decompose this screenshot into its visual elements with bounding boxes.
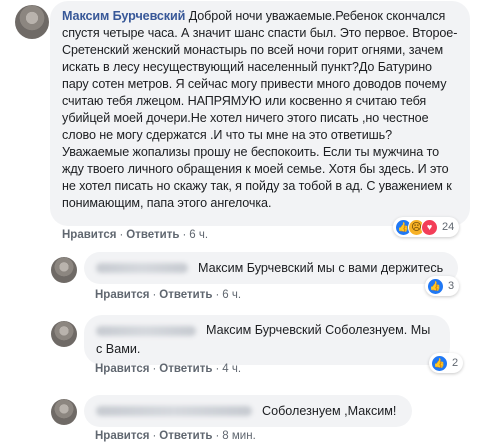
reply-bubble: Максим Бурчевский Соболезнуем. Мы с Вами… [84, 315, 450, 365]
reply-button[interactable]: Ответить [159, 363, 212, 375]
comment-body: Максим Бурчевский Доброй ночи уважаемые.… [62, 8, 458, 212]
comment-author-link[interactable]: Максим Бурчевский [62, 9, 185, 23]
like-icon: 👍 [431, 354, 448, 372]
reply-avatar[interactable] [51, 257, 77, 283]
separator: · [182, 229, 187, 241]
reply-bubble: Соболезнуем ,Максим! [84, 395, 412, 427]
separator: · [152, 363, 157, 375]
reply-avatar[interactable] [51, 399, 77, 425]
reaction-count: 3 [448, 280, 455, 292]
separator: · [119, 229, 124, 241]
like-button[interactable]: Нравится [62, 229, 116, 241]
commenter-avatar[interactable] [15, 5, 49, 39]
reply-author-redacted[interactable] [96, 263, 188, 273]
reply-avatar[interactable] [51, 321, 77, 347]
like-button[interactable]: Нравится [95, 430, 149, 442]
reply-button[interactable]: Ответить [159, 289, 212, 301]
comment-reactions[interactable]: 👍 ☹ ♥ 24 [393, 217, 460, 237]
reply-time[interactable]: 8 мин. [222, 430, 255, 442]
reply-text: Соболезнуем ,Максим! [262, 403, 397, 418]
like-icon: 👍 [427, 277, 444, 295]
reply-bubble: Максим Бурчевский мы с вами держитесь [84, 252, 458, 284]
separator: · [152, 289, 157, 301]
love-icon: ♥ [421, 218, 438, 236]
reaction-count: 24 [442, 221, 455, 233]
separator: · [215, 430, 220, 442]
reply-body: Максим Бурчевский Соболезнуем. Мы с Вами… [96, 321, 438, 359]
like-button[interactable]: Нравится [95, 289, 149, 301]
reply-author-redacted[interactable] [96, 406, 252, 416]
comment-text: Доброй ночи уважаемые.Ребенок скончался … [62, 9, 458, 210]
reply-actions: Нравится · Ответить · 4 ч. [95, 363, 241, 375]
reply-reactions[interactable]: 👍 3 [425, 276, 460, 296]
reply-time[interactable]: 4 ч. [222, 363, 241, 375]
reply-actions: Нравится · Ответить · 6 ч. [95, 289, 241, 301]
comment-time[interactable]: 6 ч. [189, 229, 208, 241]
reply-reactions[interactable]: 👍 2 [429, 353, 464, 373]
reaction-count: 2 [452, 357, 459, 369]
reply-button[interactable]: Ответить [126, 229, 179, 241]
reply-button[interactable]: Ответить [159, 430, 212, 442]
separator: · [215, 363, 220, 375]
reply-actions: Нравится · Ответить · 8 мин. [95, 430, 256, 442]
reply-text: Максим Бурчевский мы с вами держитесь [198, 260, 444, 275]
reply-time[interactable]: 6 ч. [222, 289, 241, 301]
reply-author-redacted[interactable] [96, 325, 196, 336]
comment-bubble: Максим Бурчевский Доброй ночи уважаемые.… [50, 1, 470, 226]
separator: · [215, 289, 220, 301]
comment-actions: Нравится · Ответить · 6 ч. [62, 229, 208, 241]
separator: · [152, 430, 157, 442]
like-button[interactable]: Нравится [95, 363, 149, 375]
